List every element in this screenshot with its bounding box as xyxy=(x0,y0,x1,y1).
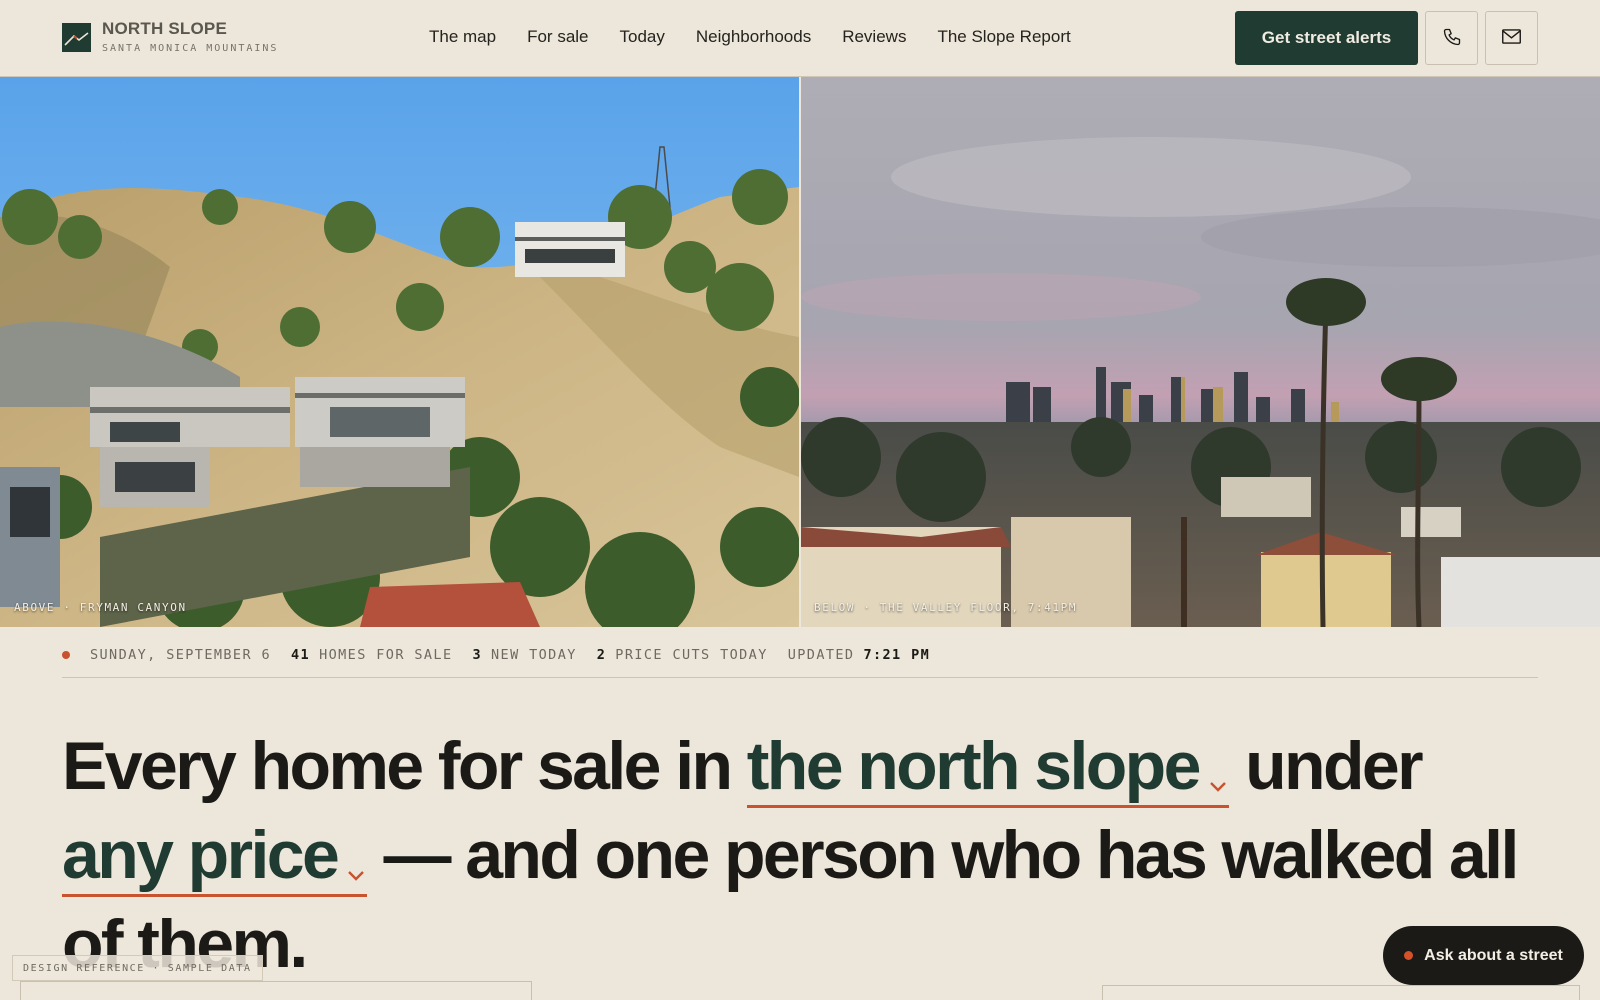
listing-card-edge xyxy=(1102,985,1580,1000)
brand-text: NORTH SLOPE SANTA MONICA MOUNTAINS xyxy=(102,20,278,55)
price-cuts-label: PRICE CUTS TODAY xyxy=(615,646,768,663)
design-reference-tag: DESIGN REFERENCE · SAMPLE DATA xyxy=(12,955,263,981)
price-cuts-count: 2 xyxy=(596,646,607,663)
left-photo-caption: ABOVE · FRYMAN CANYON xyxy=(14,601,187,614)
area-selector[interactable]: the north slope xyxy=(746,727,1229,808)
ask-button-label: Ask about a street xyxy=(1424,946,1563,964)
listing-card-edge xyxy=(20,981,532,1000)
homes-for-sale-count: 41 xyxy=(291,646,311,663)
new-today-count: 3 xyxy=(472,646,483,663)
call-button[interactable] xyxy=(1425,11,1478,65)
phone-icon xyxy=(1442,27,1462,50)
homes-for-sale-label: HOMES FOR SALE xyxy=(319,646,453,663)
ask-about-street-button[interactable]: Ask about a street xyxy=(1383,926,1584,985)
chat-status-dot xyxy=(1404,951,1414,960)
live-indicator-dot xyxy=(62,650,70,659)
area-selector-value: the north slope xyxy=(746,728,1202,804)
status-date: SUNDAY, SEPTEMBER 6 xyxy=(90,646,272,663)
headline-text-1: Every home for sale in xyxy=(62,728,733,804)
hero-photos: ABOVE · FRYMAN CANYON BELOW · THE VALLEY… xyxy=(0,77,1600,627)
nav-item-reviews[interactable]: Reviews xyxy=(842,26,906,48)
get-street-alerts-button[interactable]: Get street alerts xyxy=(1235,11,1418,65)
updated-label: UPDATED xyxy=(787,646,855,663)
mountain-logo-icon xyxy=(62,23,91,52)
chevron-down-icon xyxy=(1209,782,1226,792)
chevron-down-icon xyxy=(348,871,365,881)
valley-photo: BELOW · THE VALLEY FLOOR, 7:41PM xyxy=(801,77,1600,627)
price-selector-value: any price xyxy=(62,817,340,893)
updated-time: 7:21 PM xyxy=(863,646,931,663)
right-photo-caption: BELOW · THE VALLEY FLOOR, 7:41PM xyxy=(814,601,1078,614)
nav-item-map[interactable]: The map xyxy=(429,26,496,48)
hillside-photo: ABOVE · FRYMAN CANYON xyxy=(0,77,799,627)
brand-home-link[interactable]: NORTH SLOPE SANTA MONICA MOUNTAINS xyxy=(62,20,278,55)
brand-subtitle: SANTA MONICA MOUNTAINS xyxy=(102,43,279,54)
site-header: NORTH SLOPE SANTA MONICA MOUNTAINS The m… xyxy=(0,0,1600,77)
mail-icon xyxy=(1501,28,1522,48)
new-today-label: NEW TODAY xyxy=(491,646,577,663)
brand-name: NORTH SLOPE xyxy=(102,19,227,38)
nav-item-today[interactable]: Today xyxy=(620,26,665,48)
page-headline: Every home for sale in the north slope u… xyxy=(62,722,1562,989)
nav-item-slope-report[interactable]: The Slope Report xyxy=(937,26,1070,48)
main-nav: The map For sale Today Neighborhoods Rev… xyxy=(429,26,1102,48)
market-status-bar: SUNDAY, SEPTEMBER 6 41 HOMES FOR SALE 3 … xyxy=(62,642,1538,678)
nav-item-neighborhoods[interactable]: Neighborhoods xyxy=(696,26,811,48)
email-button[interactable] xyxy=(1485,11,1538,65)
nav-item-for-sale[interactable]: For sale xyxy=(527,26,588,48)
price-selector[interactable]: any price xyxy=(62,816,368,897)
headline-text-2: under xyxy=(1245,728,1424,804)
